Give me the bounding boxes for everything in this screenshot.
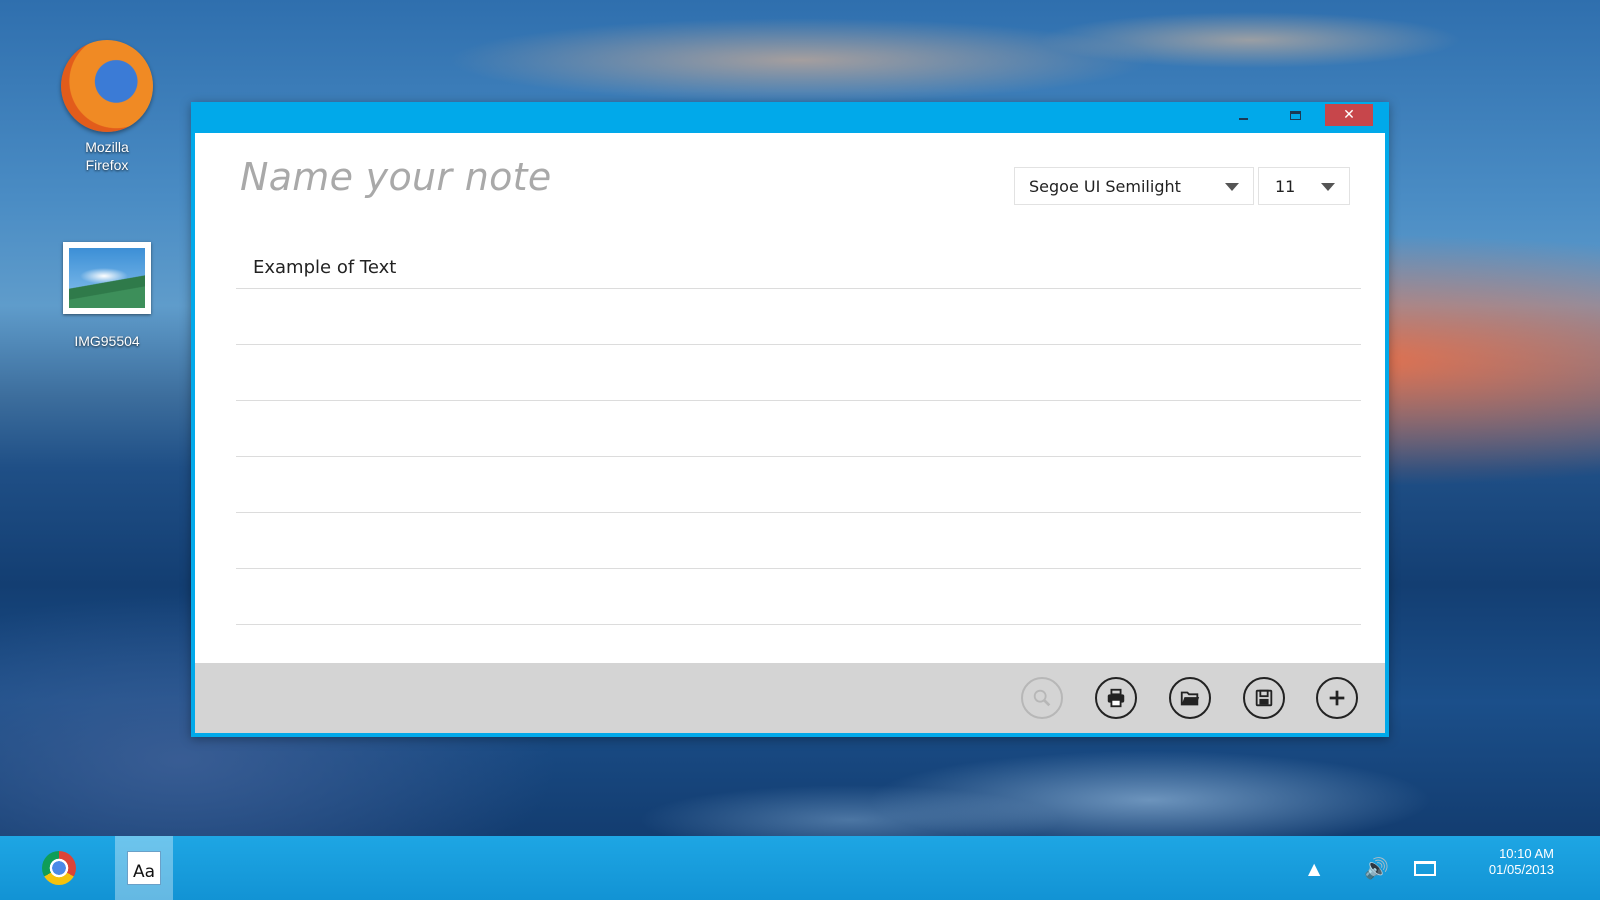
firefox-icon xyxy=(61,40,153,132)
desktop-icon-label: Firefox xyxy=(85,157,129,173)
desktop-icon-label: IMG95504 xyxy=(74,333,140,349)
minimize-icon xyxy=(1238,118,1248,120)
chevron-up-icon: ▲ xyxy=(1308,858,1321,878)
note-line[interactable] xyxy=(236,345,1361,401)
network-icon xyxy=(1414,860,1436,876)
font-size-select[interactable]: 11 xyxy=(1258,167,1350,205)
taskbar-app-notes[interactable]: Aa xyxy=(115,836,173,900)
add-icon xyxy=(1329,690,1345,706)
font-family-select[interactable]: Segoe UI Semilight xyxy=(1014,167,1254,205)
notes-app-icon: Aa xyxy=(127,851,161,885)
system-clock[interactable]: 10:10 AM 01/05/2013 xyxy=(1489,846,1554,878)
desktop-icon-image[interactable]: IMG95504 xyxy=(52,242,162,350)
font-size-value: 11 xyxy=(1275,176,1296,196)
maximize-icon xyxy=(1289,110,1301,120)
note-line-text: Example of Text xyxy=(253,257,397,278)
note-line[interactable] xyxy=(236,513,1361,569)
taskbar-app-chrome[interactable] xyxy=(30,836,88,900)
chevron-down-icon xyxy=(1225,183,1239,191)
note-title-input[interactable]: Name your note xyxy=(240,155,552,199)
maximize-button[interactable] xyxy=(1271,104,1319,126)
volume-icon: 🔊 xyxy=(1364,856,1389,880)
desktop-icon-label: Mozilla xyxy=(85,139,129,155)
search-icon xyxy=(1033,689,1051,707)
note-line[interactable] xyxy=(236,289,1361,345)
font-family-value: Segoe UI Semilight xyxy=(1029,176,1181,196)
print-button[interactable] xyxy=(1095,677,1137,719)
desktop-icon-firefox[interactable]: Mozilla Firefox xyxy=(52,40,162,174)
save-button[interactable] xyxy=(1243,677,1285,719)
note-line[interactable] xyxy=(236,569,1361,625)
open-folder-icon xyxy=(1180,691,1200,706)
note-body[interactable]: Example of Text xyxy=(236,233,1361,625)
taskbar: Aa ▲ 🔊 10:10 AM 01/05/2013 xyxy=(0,836,1600,900)
note-editor: Name your note Segoe UI Semilight 11 Exa… xyxy=(195,133,1385,663)
save-icon xyxy=(1255,689,1273,707)
note-line[interactable]: Example of Text xyxy=(236,233,1361,289)
show-hidden-icons-button[interactable]: ▲ xyxy=(1308,836,1320,900)
close-icon: ✕ xyxy=(1343,107,1355,123)
network-button[interactable] xyxy=(1414,836,1436,900)
search-button[interactable] xyxy=(1021,677,1063,719)
bottom-toolbar xyxy=(195,663,1385,733)
minimize-button[interactable] xyxy=(1219,104,1267,126)
volume-button[interactable]: 🔊 xyxy=(1364,836,1389,900)
clock-time: 10:10 AM xyxy=(1499,846,1554,861)
notes-app-glyph: Aa xyxy=(132,862,156,882)
print-icon xyxy=(1107,688,1125,708)
notes-window: ✕ Name your note Segoe UI Semilight 11 E… xyxy=(191,102,1389,737)
add-button[interactable] xyxy=(1316,677,1358,719)
title-bar[interactable]: ✕ xyxy=(195,102,1385,133)
chrome-icon xyxy=(42,851,76,885)
note-line[interactable] xyxy=(236,457,1361,513)
close-button[interactable]: ✕ xyxy=(1325,104,1373,126)
note-line[interactable] xyxy=(236,401,1361,457)
open-button[interactable] xyxy=(1169,677,1211,719)
image-icon xyxy=(63,242,151,314)
chevron-down-icon xyxy=(1321,183,1335,191)
clock-date: 01/05/2013 xyxy=(1488,862,1554,877)
